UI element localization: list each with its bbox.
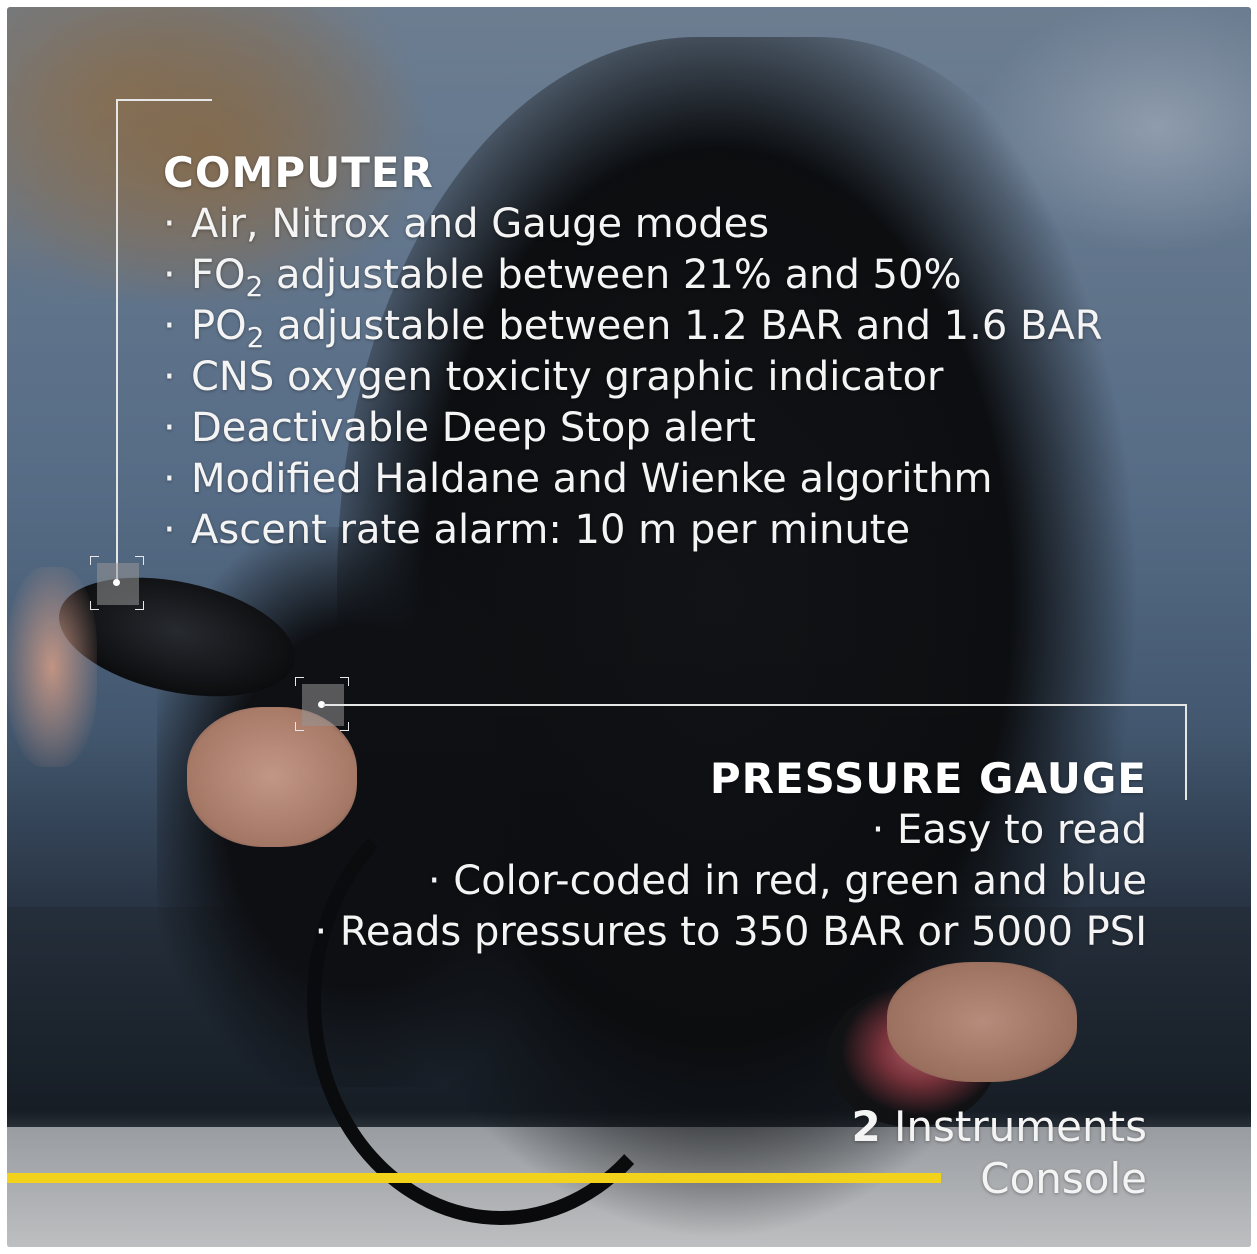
computer-feature: · CNS oxygen toxicity graphic indicator [163,352,1163,403]
promo-image: COMPUTER · Air, Nitrox and Gauge modes · FO… [7,7,1251,1247]
computer-feature-text: Modified Haldane and Wienke algorithm [191,456,993,502]
computer-feature-text: adjustable between 1.2 BAR and 1.6 BAR [264,303,1103,349]
pressure-gauge-feature: · Easy to read [871,807,1147,853]
computer-feature: · Deactivable Deep Stop alert [163,403,1163,454]
pressure-gauge-feature: · Reads pressures to 350 BAR or 5000 PSI [314,909,1147,955]
pressure-gauge-heading: PRESSURE GAUGE [709,754,1147,803]
accent-bar [7,1173,941,1183]
console-instruments-label: Instruments [880,1102,1147,1151]
gauge-callout-line-vertical [1185,704,1187,800]
bullet: · [163,507,176,553]
computer-feature-text: Ascent rate alarm: 10 m per minute [191,507,911,553]
computer-feature-text: Air, Nitrox and Gauge modes [191,201,770,247]
bullet: · [163,303,176,349]
computer-heading: COMPUTER [163,148,434,197]
computer-feature: · PO2 adjustable between 1.2 BAR and 1.6 … [163,301,1163,352]
computer-feature: · Modified Haldane and Wienke algorithm [163,454,1163,505]
computer-feature-text: adjustable between 21% and 50% [263,252,962,298]
bullet: · [163,405,176,451]
computer-callout-line-top [116,99,212,101]
bullet: · [163,201,176,247]
computer-feature-subscript: 2 [246,321,265,354]
pressure-gauge-features: PRESSURE GAUGE · Easy to read · Color-co… [147,753,1147,958]
computer-callout-dot [113,579,120,586]
computer-callout-line-vertical [116,99,118,583]
computer-feature-gas: PO [191,303,247,349]
computer-feature-gas: FO [191,252,246,298]
gauge-callout-line-horizontal [323,704,1187,706]
computer-feature: · FO2 adjustable between 21% and 50% [163,250,1163,301]
computer-feature: · Ascent rate alarm: 10 m per minute [163,505,1163,556]
computer-feature-text: CNS oxygen toxicity graphic indicator [191,354,944,400]
computer-features: COMPUTER · Air, Nitrox and Gauge modes · FO… [163,147,1163,556]
computer-feature-subscript: 2 [245,270,264,303]
bullet: · [163,354,176,400]
pressure-gauge-feature: · Color-coded in red, green and blue [427,858,1147,904]
bullet: · [163,252,176,298]
console-count: 2 [851,1102,881,1151]
computer-feature-list: · Air, Nitrox and Gauge modes · FO2 adjusta… [163,199,1163,556]
computer-feature-text: Deactivable Deep Stop alert [191,405,756,451]
console-line-1: 2 Instruments [851,1101,1147,1153]
computer-feature: · Air, Nitrox and Gauge modes [163,199,1163,250]
bullet: · [163,456,176,502]
console-caption: 2 Instruments Console [851,1101,1147,1205]
